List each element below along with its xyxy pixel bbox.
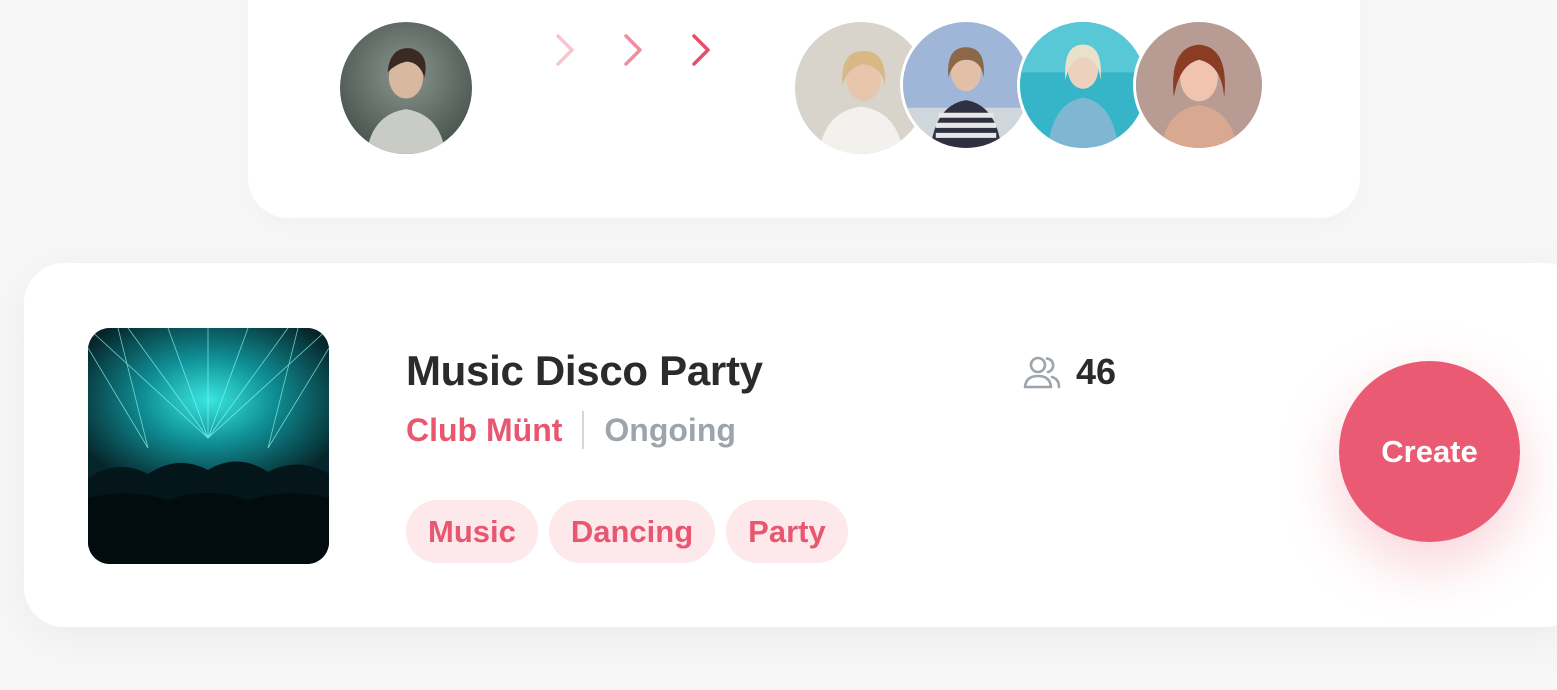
woman-avatar-2 [903,22,1029,148]
woman-avatar-4 [1136,22,1262,148]
tag-dancing[interactable]: Dancing [548,500,716,563]
tag-music[interactable]: Music [406,500,538,563]
chevron-right-icon [550,32,580,68]
share-panel [248,0,1360,218]
attendee-count: 46 [1022,351,1116,393]
recipient-avatar-3[interactable] [1017,19,1149,151]
tag-list: Music Dancing Party [406,500,848,563]
attendee-count-value: 46 [1076,351,1117,392]
chevron-right-icon [618,32,648,68]
tag-party[interactable]: Party [726,500,848,563]
sender-avatar[interactable] [340,22,472,154]
recipient-avatar-2[interactable] [900,19,1032,151]
divider [582,411,585,449]
laser-concert-image [88,328,329,564]
venue-link[interactable]: Club Münt [406,412,562,449]
man-profile-photo [340,22,472,154]
status-label: Ongoing [604,411,736,448]
create-button[interactable]: Create [1339,361,1520,542]
people-icon [1023,356,1061,389]
event-title: Music Disco Party [406,347,763,394]
event-card[interactable]: Music Disco Party Club Münt Ongoing Musi… [24,263,1557,627]
event-thumbnail [88,328,329,564]
chevron-right-icon [686,32,716,68]
recipient-avatar-4[interactable] [1133,19,1265,151]
woman-avatar-3 [1020,22,1146,148]
event-meta: Club Münt Ongoing [406,411,736,449]
